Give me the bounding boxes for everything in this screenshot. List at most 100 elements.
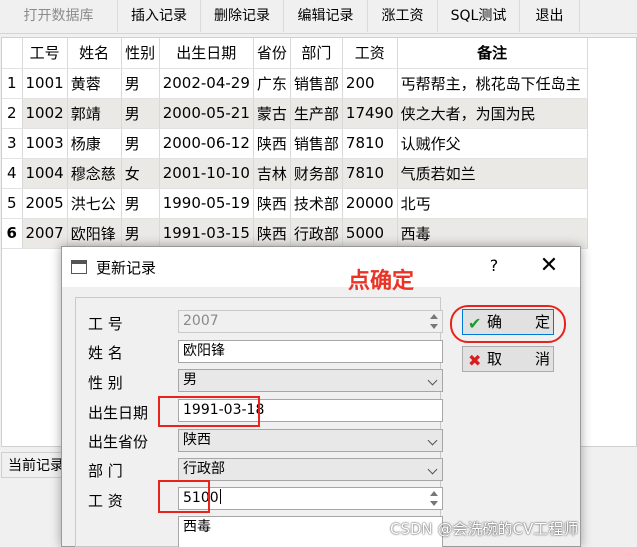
header-cell[interactable]: 性别 <box>121 38 160 69</box>
cell-dept[interactable]: 生产部 <box>290 98 343 129</box>
cell-salary[interactable]: 200 <box>342 68 398 99</box>
cell-birth[interactable]: 2000-05-21 <box>159 98 254 129</box>
header-cell[interactable]: 姓名 <box>67 38 122 69</box>
cell-dept[interactable]: 行政部 <box>290 218 343 249</box>
salary-spinbox[interactable]: 5100 <box>178 487 443 510</box>
name-value: 欧阳锋 <box>183 343 225 359</box>
edit-record-button[interactable]: 编辑记录 <box>284 0 368 32</box>
sql-test-button[interactable]: SQL测试 <box>438 0 520 32</box>
cell-province[interactable]: 陕西 <box>253 188 291 219</box>
row-number[interactable]: 4 <box>2 158 23 189</box>
cell-gender[interactable]: 男 <box>121 218 160 249</box>
cell-birth[interactable]: 2002-04-29 <box>159 68 254 99</box>
cell-salary[interactable]: 7810 <box>342 128 398 159</box>
id-spinbox: 2007 <box>178 310 443 333</box>
province-value: 陕西 <box>183 432 211 448</box>
cell-name[interactable]: 郭靖 <box>67 98 122 129</box>
cell-province[interactable]: 蒙古 <box>253 98 291 129</box>
salary-highlight-annotation <box>158 480 210 513</box>
row-number[interactable]: 2 <box>2 98 23 129</box>
cell-province[interactable]: 广东 <box>253 68 291 99</box>
cell-id[interactable]: 1003 <box>22 128 68 159</box>
cell-gender[interactable]: 男 <box>121 188 160 219</box>
table-row[interactable]: 2 1002 郭靖 男 2000-05-21 蒙古 生产部 17490 侠之大者… <box>2 98 588 129</box>
dept-select[interactable]: 行政部 <box>178 458 443 481</box>
cell-gender[interactable]: 男 <box>121 98 160 129</box>
header-cell[interactable]: 出生日期 <box>159 38 254 69</box>
update-record-dialog: 更新记录 ? ✕ 点确定 工 号 2007 姓 名 欧阳锋 性 别 男 出生日期… <box>61 246 581 547</box>
cell-id[interactable]: 2007 <box>22 218 68 249</box>
cell-note[interactable]: 西毒 <box>397 218 588 249</box>
header-cell[interactable]: 部门 <box>290 38 343 69</box>
exit-button[interactable]: 退出 <box>520 0 580 32</box>
help-button[interactable]: ? <box>482 253 506 279</box>
cell-salary[interactable]: 17490 <box>342 98 398 129</box>
cell-dept[interactable]: 销售部 <box>290 128 343 159</box>
records-grid: 工号 姓名 性别 出生日期 省份 部门 工资 备注 1 1001 黄蓉 男 20… <box>2 38 588 249</box>
chevron-down-icon <box>427 464 438 475</box>
cell-id[interactable]: 1002 <box>22 98 68 129</box>
insert-record-button[interactable]: 插入记录 <box>118 0 201 32</box>
raise-salary-button[interactable]: 涨工资 <box>368 0 438 32</box>
header-cell[interactable]: 省份 <box>253 38 291 69</box>
note-value: 西毒 <box>183 519 211 535</box>
table-row[interactable]: 4 1004 穆念慈 女 2001-10-10 吉林 财务部 7810 气质若如… <box>2 158 588 189</box>
cell-id[interactable]: 2005 <box>22 188 68 219</box>
cell-birth[interactable]: 1990-05-19 <box>159 188 254 219</box>
birth-highlight-annotation <box>158 396 260 427</box>
table-row-current[interactable]: 6 2007 欧阳锋 男 1991-03-15 陕西 行政部 5000 西毒 <box>2 218 588 249</box>
watermark: CSDN @会洗碗的CV工程师 <box>390 520 579 538</box>
row-number[interactable]: 1 <box>2 68 23 99</box>
cell-dept[interactable]: 技术部 <box>290 188 343 219</box>
cell-id[interactable]: 1001 <box>22 68 68 99</box>
cell-name[interactable]: 杨康 <box>67 128 122 159</box>
header-cell[interactable]: 工号 <box>22 38 68 69</box>
province-select[interactable]: 陕西 <box>178 429 443 452</box>
table-row[interactable]: 1 1001 黄蓉 男 2002-04-29 广东 销售部 200 丐帮帮主，桃… <box>2 68 588 99</box>
cell-dept[interactable]: 财务部 <box>290 158 343 189</box>
cell-birth[interactable]: 1991-03-15 <box>159 218 254 249</box>
table-row[interactable]: 5 2005 洪七公 男 1990-05-19 陕西 技术部 20000 北丐 <box>2 188 588 219</box>
cell-name[interactable]: 欧阳锋 <box>67 218 122 249</box>
cell-note[interactable]: 北丐 <box>397 188 588 219</box>
header-cell[interactable]: 备注 <box>397 38 588 69</box>
cell-name[interactable]: 洪七公 <box>67 188 122 219</box>
cell-birth[interactable]: 2000-06-12 <box>159 128 254 159</box>
dept-label: 部 门 <box>88 462 123 480</box>
cell-note[interactable]: 认贼作父 <box>397 128 588 159</box>
close-button[interactable]: ✕ <box>534 251 564 281</box>
ok-highlight-annotation <box>450 305 566 343</box>
dialog-title-bar[interactable]: 更新记录 ? ✕ <box>62 247 580 287</box>
text-caret <box>219 489 221 504</box>
row-number[interactable]: 3 <box>2 128 23 159</box>
row-number[interactable]: 6 <box>2 218 23 249</box>
cell-salary[interactable]: 20000 <box>342 188 398 219</box>
cell-id[interactable]: 1004 <box>22 158 68 189</box>
header-cell[interactable]: 工资 <box>342 38 398 69</box>
cell-province[interactable]: 陕西 <box>253 218 291 249</box>
cell-gender[interactable]: 男 <box>121 128 160 159</box>
cell-salary[interactable]: 7810 <box>342 158 398 189</box>
cell-note[interactable]: 丐帮帮主，桃花岛下任岛主 <box>397 68 588 99</box>
id-value: 2007 <box>183 313 219 329</box>
cell-province[interactable]: 吉林 <box>253 158 291 189</box>
cancel-button[interactable]: ✖ 取 消 <box>462 346 554 372</box>
chevron-down-icon <box>427 435 438 446</box>
cell-salary[interactable]: 5000 <box>342 218 398 249</box>
table-row[interactable]: 3 1003 杨康 男 2000-06-12 陕西 销售部 7810 认贼作父 <box>2 128 588 159</box>
cell-birth[interactable]: 2001-10-10 <box>159 158 254 189</box>
cell-dept[interactable]: 销售部 <box>290 68 343 99</box>
open-database-button[interactable]: 打开数据库 <box>0 0 118 32</box>
cell-note[interactable]: 气质若如兰 <box>397 158 588 189</box>
delete-record-button[interactable]: 删除记录 <box>201 0 284 32</box>
cell-note[interactable]: 侠之大者，为国为民 <box>397 98 588 129</box>
salary-spin-arrows[interactable] <box>426 488 442 509</box>
row-number[interactable]: 5 <box>2 188 23 219</box>
cell-name[interactable]: 黄蓉 <box>67 68 122 99</box>
cell-name[interactable]: 穆念慈 <box>67 158 122 189</box>
gender-select[interactable]: 男 <box>178 369 443 392</box>
cell-province[interactable]: 陕西 <box>253 128 291 159</box>
name-input[interactable]: 欧阳锋 <box>178 340 443 363</box>
cell-gender[interactable]: 女 <box>121 158 160 189</box>
cell-gender[interactable]: 男 <box>121 68 160 99</box>
